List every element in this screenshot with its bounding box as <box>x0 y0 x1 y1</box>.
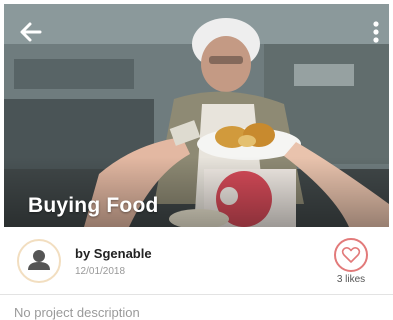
more-options-button[interactable] <box>369 19 383 45</box>
project-cover-image: Buying Food <box>4 4 389 227</box>
like-button[interactable] <box>334 238 368 272</box>
back-arrow-icon <box>20 22 42 42</box>
project-title: Buying Food <box>28 194 159 217</box>
publish-date: 12/01/2018 <box>75 266 126 277</box>
likes-count: 3 likes <box>336 274 366 285</box>
project-description: No project description <box>14 305 140 320</box>
author-section: by Sgenable 12/01/2018 3 likes <box>0 228 393 292</box>
back-button[interactable] <box>18 20 44 44</box>
heart-icon <box>341 247 361 263</box>
avatar[interactable] <box>17 239 61 283</box>
user-icon <box>28 250 50 270</box>
more-vertical-icon <box>373 21 379 43</box>
author-name[interactable]: by Sgenable <box>75 246 152 261</box>
section-divider <box>0 294 393 295</box>
